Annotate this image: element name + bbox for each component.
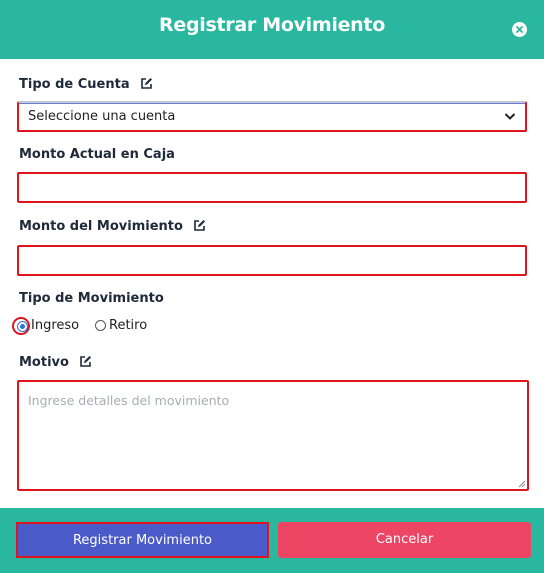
radio-retiro-label[interactable]: Retiro (109, 318, 147, 333)
reason-label-text: Motivo (19, 355, 69, 370)
movement-amount-input[interactable] (17, 245, 527, 276)
modal-footer: Registrar Movimiento Cancelar (0, 508, 544, 573)
current-amount-input[interactable] (17, 172, 527, 203)
close-icon (516, 26, 523, 33)
reason-textarea[interactable]: Ingrese detalles del movimiento (17, 380, 529, 491)
movement-amount-label: Monto del Movimiento (19, 219, 206, 234)
movement-amount-label-text: Monto del Movimiento (19, 219, 183, 234)
register-movement-button[interactable]: Registrar Movimiento (16, 522, 269, 558)
account-type-label: Tipo de Cuenta (19, 77, 153, 92)
resize-handle-icon[interactable] (518, 480, 526, 488)
account-type-label-text: Tipo de Cuenta (19, 77, 130, 92)
radio-focus-ring (12, 317, 30, 335)
reason-label: Motivo (19, 355, 92, 370)
chevron-down-icon (504, 113, 516, 120)
radio-ingreso-label[interactable]: Ingreso (31, 318, 79, 333)
edit-icon (80, 356, 92, 367)
account-type-selected-value: Seleccione una cuenta (28, 109, 176, 124)
radio-retiro[interactable] (95, 320, 106, 331)
reason-placeholder: Ingrese detalles del movimiento (28, 393, 230, 408)
movement-type-label: Tipo de Movimiento (19, 291, 164, 306)
current-amount-label: Monto Actual en Caja (19, 147, 175, 162)
account-type-select[interactable]: Seleccione una cuenta (17, 101, 527, 132)
modal-header: Registrar Movimiento (0, 0, 544, 59)
cancel-button[interactable]: Cancelar (278, 522, 531, 558)
modal-title: Registrar Movimiento (159, 14, 385, 36)
radio-ingreso-dot[interactable] (17, 321, 28, 332)
close-button[interactable] (512, 22, 527, 37)
edit-icon (194, 220, 206, 231)
edit-icon (141, 78, 153, 89)
